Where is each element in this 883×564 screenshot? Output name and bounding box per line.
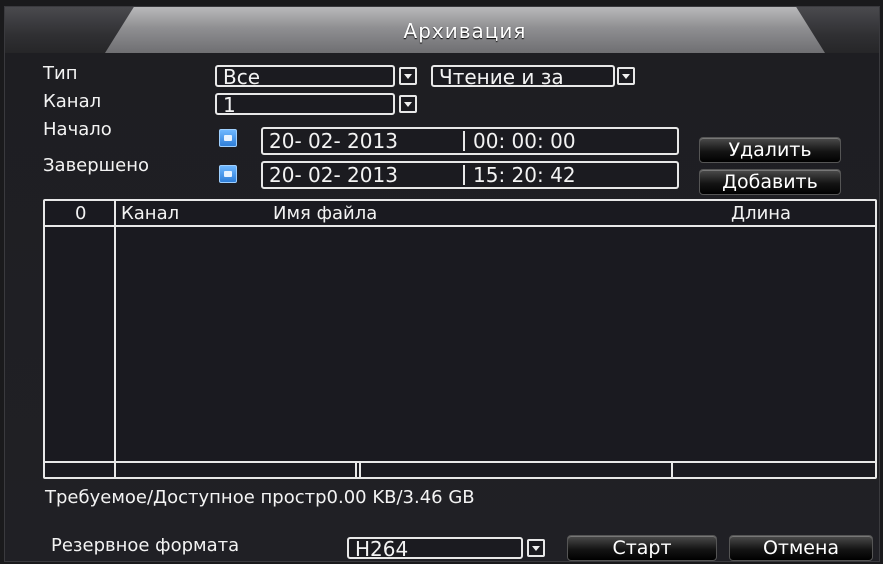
dialog-title: Архивация [403,19,527,43]
chevron-down-icon[interactable] [527,539,545,557]
file-table[interactable]: 0 Канал Имя файла Длина [43,199,877,479]
title-tab: Архивация [105,7,825,53]
add-button[interactable]: Добавить [699,169,841,195]
channel-select[interactable]: 1 [215,93,395,115]
chevron-down-icon[interactable] [617,67,635,85]
column-divider [114,201,116,477]
channel-select-value: 1 [223,93,236,115]
mode-select-value: Чтение и за [439,65,564,87]
scrollbar-thumb[interactable] [359,461,361,477]
start-date[interactable]: 20- 02- 2013 [269,129,398,153]
delete-button[interactable]: Удалить [699,137,841,163]
type-select-value: Все [223,65,261,87]
date-time-divider [463,165,465,185]
space-info: Требуемое/Доступное простр0.00 KB/3.46 G… [45,487,475,508]
mode-select[interactable]: Чтение и за [431,65,615,87]
scrollbar-thumb[interactable] [355,461,357,477]
start-time[interactable]: 00: 00: 00 [473,129,576,153]
start-button[interactable]: Старт [567,535,717,561]
end-label: Завершено [43,155,150,176]
date-time-divider [463,131,465,151]
channel-label: Канал [43,91,102,112]
scrollbar-divider [671,461,673,477]
column-header-length[interactable]: Длина [731,203,791,224]
end-datetime-field[interactable]: 20- 02- 2013 15: 20: 42 [261,161,679,189]
horizontal-scrollbar[interactable] [45,461,875,477]
format-select-value: H264 [355,537,409,559]
start-label: Начало [43,119,112,140]
column-header-index[interactable]: 0 [75,203,86,224]
chevron-down-icon[interactable] [399,95,417,113]
type-select[interactable]: Все [215,65,395,87]
calendar-icon[interactable] [219,129,237,147]
table-header: 0 Канал Имя файла Длина [45,201,875,227]
type-label: Тип [43,63,78,84]
cancel-button[interactable]: Отмена [729,535,873,561]
column-header-filename[interactable]: Имя файла [273,203,377,224]
end-time[interactable]: 15: 20: 42 [473,163,576,187]
column-header-channel[interactable]: Канал [121,203,179,224]
calendar-icon[interactable] [219,165,237,183]
title-bar: Архивация [5,7,879,53]
chevron-down-icon[interactable] [399,67,417,85]
backup-format-label: Резервное формата [51,535,240,556]
backup-dialog: Архивация Тип Все Чтение и за Канал 1 На… [4,6,880,562]
end-date[interactable]: 20- 02- 2013 [269,163,398,187]
start-datetime-field[interactable]: 20- 02- 2013 00: 00: 00 [261,127,679,155]
format-select[interactable]: H264 [347,537,523,559]
